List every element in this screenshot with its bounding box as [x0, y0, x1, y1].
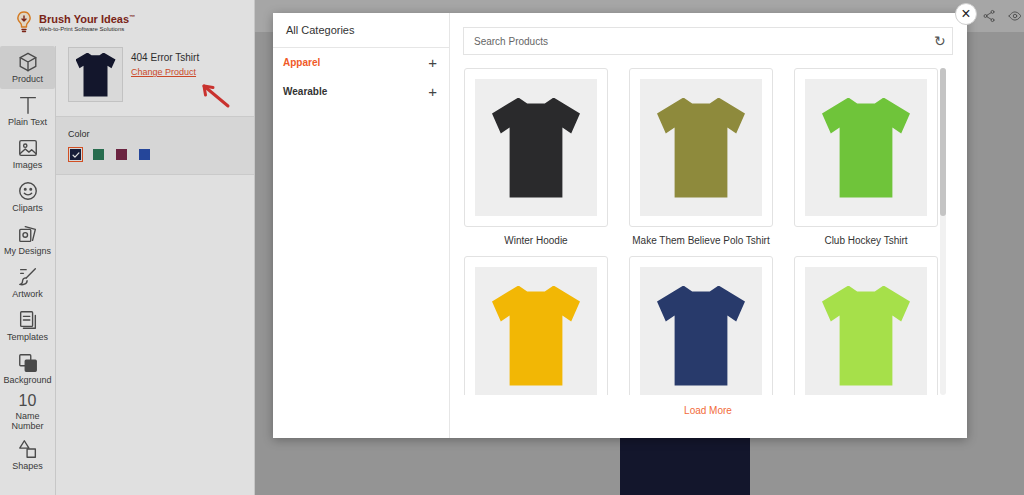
product-browser: ↻ Winter Hoodie Make Them Believe Polo Tsh… [450, 13, 967, 438]
refresh-button[interactable]: ↻ [934, 33, 946, 49]
change-product-modal: All Categories Apparel + Wearable + ↻ Winter H… [273, 13, 967, 438]
product-image-frame [794, 68, 938, 227]
product-garment [657, 98, 745, 198]
product-garment [822, 286, 910, 386]
category-item[interactable]: Wearable + [273, 77, 449, 106]
product-garment [492, 286, 580, 386]
product-photo [640, 267, 762, 395]
product-card[interactable]: Make Them Believe Polo Tshirt [629, 68, 773, 248]
category-label: Wearable [283, 86, 327, 97]
close-button[interactable]: × [955, 3, 977, 25]
product-card[interactable] [794, 256, 938, 395]
category-label: Apparel [283, 57, 320, 68]
product-name: Make Them Believe Polo Tshirt [629, 235, 773, 248]
product-name: Club Hockey Tshirt [794, 235, 938, 248]
grid-viewport: Winter Hoodie Make Them Believe Polo Tshi… [463, 68, 939, 395]
expand-button[interactable]: + [428, 84, 437, 99]
scrollbar-thumb[interactable] [940, 68, 946, 216]
product-card[interactable] [629, 256, 773, 395]
product-garment [492, 98, 580, 198]
search-box: ↻ [463, 27, 953, 55]
category-item[interactable]: Apparel + [273, 48, 449, 77]
product-grid: Winter Hoodie Make Them Believe Polo Tshi… [463, 68, 939, 395]
product-photo [640, 79, 762, 216]
product-name: Winter Hoodie [464, 235, 608, 248]
product-image-frame [629, 68, 773, 227]
product-photo [475, 267, 597, 395]
product-card[interactable]: Club Hockey Tshirt [794, 68, 938, 248]
product-image-frame [794, 256, 938, 395]
product-image-frame [464, 256, 608, 395]
product-card[interactable] [464, 256, 608, 395]
product-image-frame [629, 256, 773, 395]
product-image-frame [464, 68, 608, 227]
search-input[interactable] [472, 35, 934, 48]
categories-header: All Categories [273, 13, 449, 48]
product-card[interactable]: Winter Hoodie [464, 68, 608, 248]
product-photo [805, 267, 927, 395]
load-more-button[interactable]: Load More [463, 405, 953, 416]
expand-button[interactable]: + [428, 55, 437, 70]
category-list: All Categories Apparel + Wearable + [273, 13, 450, 438]
grid-wrap: Winter Hoodie Make Them Believe Polo Tshi… [463, 68, 953, 395]
product-garment [657, 286, 745, 386]
app: Brush Your Ideas™Web-to-Print Software S… [0, 0, 1024, 495]
product-garment [822, 98, 910, 198]
product-photo [805, 79, 927, 216]
scrollbar[interactable] [940, 68, 946, 395]
product-photo [475, 79, 597, 216]
